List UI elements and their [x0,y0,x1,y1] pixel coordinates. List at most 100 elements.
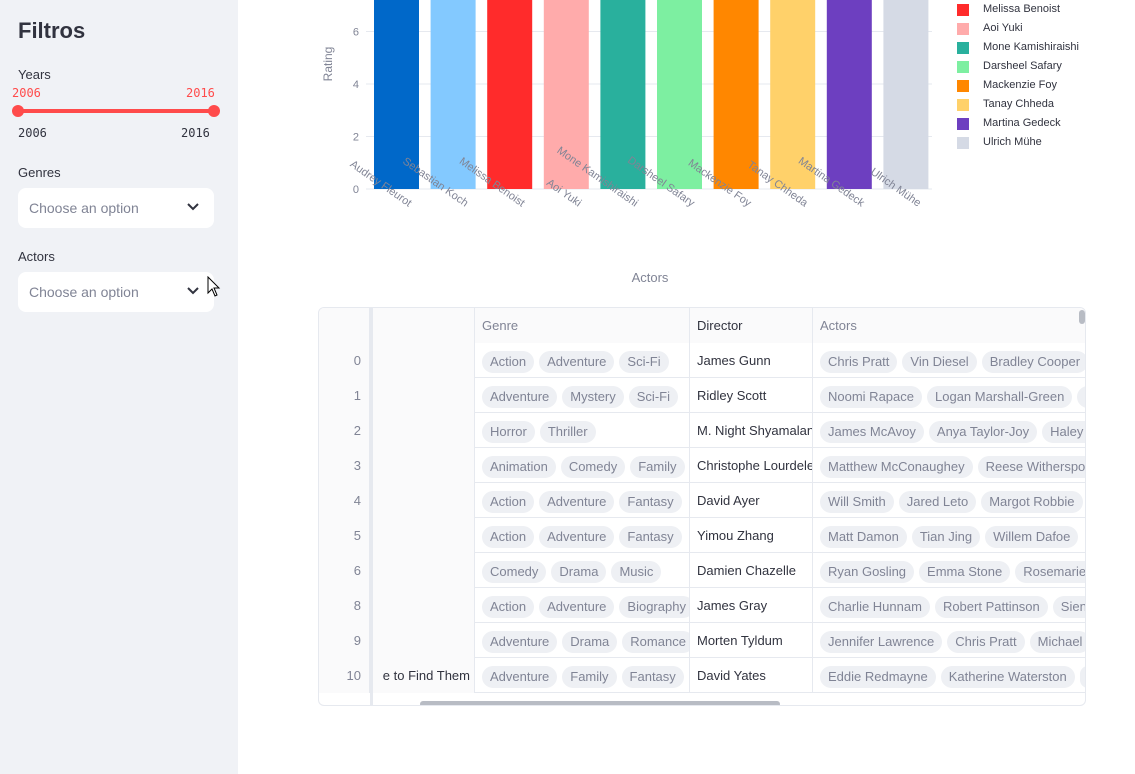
cell-actors[interactable]: Matthew McConaugheyReese Witherspoon [813,448,1085,483]
table-row[interactable]: 5 Action Adventure Fantasy Yimou Zhang Matt D… [319,518,1085,553]
bar-ulrich-m-he[interactable] [883,0,929,189]
actor-pill: Willem Dafoe [985,525,1079,548]
cell-title[interactable]: e to Find Them [370,658,475,693]
table-row[interactable]: 9 Adventure Drama Romance Morten Tyldum Jenni… [319,623,1085,658]
cell-genre[interactable]: Horror Thriller [475,413,690,448]
header-index [319,308,370,343]
horizontal-scrollbar[interactable] [420,701,780,705]
genre-pill: Mystery [562,385,624,408]
cell-director[interactable]: Christophe Lourdelet [690,448,813,483]
years-label: Years [18,67,51,82]
cell-actors[interactable]: Will Smith Jared Leto Margot Robbie [813,483,1085,518]
actor-pill: Reese Witherspoon [977,455,1085,478]
genre-pill: Fantasy [619,525,682,548]
table-row[interactable]: 8 Action Adventure Biography James Gray Charl… [319,588,1085,623]
genre-pill: Comedy [560,455,626,478]
cell-title[interactable] [370,413,475,448]
header-title[interactable] [370,308,475,343]
cell-director[interactable]: David Ayer [690,483,813,518]
cell-title[interactable] [370,553,475,588]
row-index: 6 [319,553,370,588]
genre-pill: Action [482,490,535,513]
cell-director[interactable]: James Gunn [690,343,813,378]
genres-select[interactable]: Choose an option [18,188,214,228]
legend-swatch [957,42,969,54]
table-row[interactable]: 0 Action Adventure Sci-Fi James Gunn Chris Pr… [319,343,1085,378]
legend-label: Ulrich Mühe [983,136,1042,148]
cell-actors[interactable]: Jennifer Lawrence Chris Pratt Michael [813,623,1085,658]
row-index: 8 [319,588,370,623]
actors-select[interactable]: Choose an option [18,272,214,312]
cell-genre[interactable]: Action Adventure Biography [475,588,690,623]
cell-director[interactable]: Morten Tyldum [690,623,813,658]
years-high-value: 2016 [186,86,215,100]
row-index: 9 [319,623,370,658]
genres-label: Genres [18,165,61,180]
genre-pill: Action [482,350,535,373]
genres-placeholder: Choose an option [29,200,139,216]
cell-genre[interactable]: Adventure Mystery Sci-Fi [475,378,690,413]
cell-genre[interactable]: Adventure Drama Romance [475,623,690,658]
actor-pill: Sienna [1052,595,1085,618]
cell-genre[interactable]: Comedy Drama Music [475,553,690,588]
cell-director[interactable]: Damien Chazelle [690,553,813,588]
header-actors[interactable]: Actors [813,308,1085,343]
sidebar: Filtros Years 2006 2016 2006 2016 Genres… [0,0,238,774]
cell-actors[interactable]: Matt Damon Tian Jing Willem Dafoe [813,518,1085,553]
y-tick-label: 2 [353,132,359,144]
cell-genre[interactable]: Action Adventure Sci-Fi [475,343,690,378]
y-axis-label: Rating [321,47,335,82]
genre-pill: Biography [619,595,689,618]
header-genre[interactable]: Genre [475,308,690,343]
cell-title[interactable] [370,343,475,378]
genre-pill: Sci-Fi [619,350,669,373]
cell-actors[interactable]: Eddie Redmayne Katherine Waterston [813,658,1085,693]
years-slider-track[interactable] [18,109,214,113]
cell-actors[interactable]: Noomi RapaceLogan Marshall-GreenM [813,378,1085,413]
cell-director[interactable]: Yimou Zhang [690,518,813,553]
cell-title[interactable] [370,588,475,623]
header-director[interactable]: Director [690,308,813,343]
legend-label: Darsheel Safary [983,60,1062,72]
cell-director[interactable]: James Gray [690,588,813,623]
cell-title[interactable] [370,378,475,413]
cell-genre[interactable]: Action Adventure Fantasy [475,518,690,553]
row-index: 1 [319,378,370,413]
genre-pill: Fantasy [619,490,682,513]
cell-actors[interactable]: Charlie HunnamRobert PattinsonSienna [813,588,1085,623]
bar-melissa-benoist[interactable] [487,0,533,189]
cell-actors[interactable]: Chris Pratt Vin Diesel Bradley Cooper [813,343,1085,378]
table-row[interactable]: 1 Adventure Mystery Sci-Fi Ridley Scott Noomi… [319,378,1085,413]
actor-pill [1079,665,1085,688]
cell-director[interactable]: David Yates [690,658,813,693]
cell-actors[interactable]: Ryan GoslingEmma StoneRosemarie D [813,553,1085,588]
bar-martina-gedeck[interactable] [826,0,872,189]
table-row[interactable]: 2 Horror Thriller M. Night Shyamalan James M… [319,413,1085,448]
movies-table[interactable]: Genre Director Actors 0 Action Adventure Sc… [318,307,1086,706]
x-axis-label: Actors [632,270,669,285]
cell-actors[interactable]: James McAvoyAnya Taylor-JoyHaley L [813,413,1085,448]
actor-pill: Eddie Redmayne [820,665,936,688]
cell-director[interactable]: Ridley Scott [690,378,813,413]
vertical-scrollbar[interactable] [1079,310,1085,324]
cell-genre[interactable]: Action Adventure Fantasy [475,483,690,518]
table-row[interactable]: 4 Action Adventure Fantasy David Ayer Will Sm… [319,483,1085,518]
cell-title[interactable] [370,623,475,658]
mouse-cursor-icon [207,276,221,297]
actor-pill: Matthew McConaughey [820,455,973,478]
years-slider-high-thumb[interactable] [208,105,220,117]
table-row[interactable]: 10 e to Find Them Adventure Family Fantasy Da… [319,658,1085,693]
cell-genre[interactable]: Animation Comedy Family [475,448,690,483]
cell-title[interactable] [370,518,475,553]
actor-pill: Vin Diesel [902,350,977,373]
cell-director[interactable]: M. Night Shyamalan [690,413,813,448]
actor-pill: Jennifer Lawrence [820,630,943,653]
cell-title[interactable] [370,483,475,518]
cell-genre[interactable]: Adventure Family Fantasy [475,658,690,693]
legend-label: Tanay Chheda [983,98,1054,110]
cell-title[interactable] [370,448,475,483]
table-row[interactable]: 6 Comedy Drama Music Damien Chazelle Ryan Gos… [319,553,1085,588]
table-row[interactable]: 3 Animation Comedy Family Christophe Lourdel… [319,448,1085,483]
genre-pill: Thriller [539,420,596,443]
years-slider-low-thumb[interactable] [12,105,24,117]
